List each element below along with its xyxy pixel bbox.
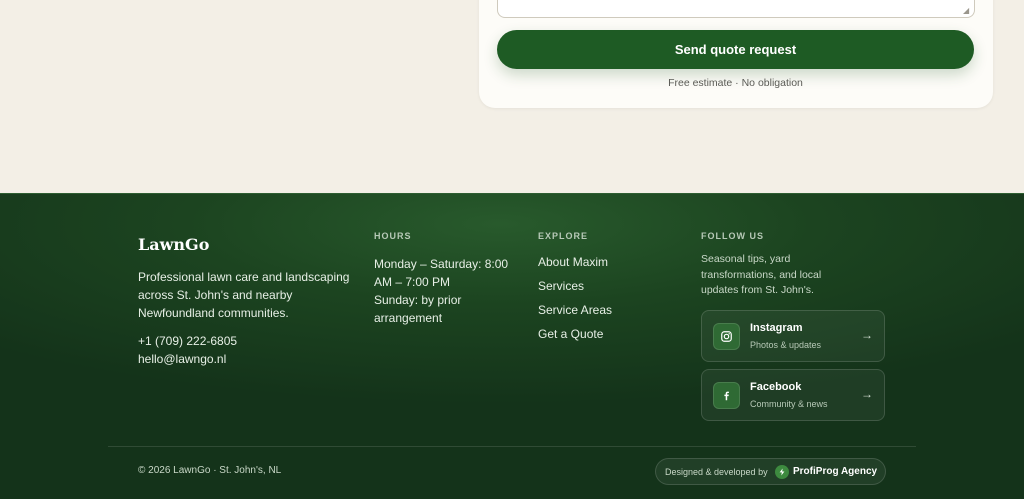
copyright-text: © 2026 LawnGo · St. John's, NL xyxy=(138,465,282,476)
explore-item: About Maxim xyxy=(538,253,612,277)
arrow-right-icon: → xyxy=(861,328,873,342)
footer-divider xyxy=(108,446,916,447)
footer-about-text: Professional lawn care and landscaping a… xyxy=(138,270,350,320)
hours-text: Monday – Saturday: 8:00 AM – 7:00 PM Sun… xyxy=(374,255,514,327)
explore-nav: About Maxim Services Service Areas Get a… xyxy=(538,253,612,349)
credit-prefix: Designed & developed by xyxy=(665,467,768,477)
agency-name: ProfiProg Agency xyxy=(793,466,878,477)
facebook-icon xyxy=(713,382,740,409)
hours-heading: HOURS xyxy=(374,231,412,241)
footer-brand-logo[interactable]: LawnGo xyxy=(138,235,209,254)
message-textarea[interactable]: ◢ xyxy=(497,0,975,18)
hours-weekdays: Monday – Saturday: 8:00 AM – 7:00 PM xyxy=(374,257,509,289)
nav-link-get-quote[interactable]: Get a Quote xyxy=(538,327,603,341)
instagram-title: Instagram xyxy=(750,322,803,334)
site-footer: LawnGo Professional lawn care and landsc… xyxy=(0,193,1024,499)
footer-email-link[interactable]: hello@lawngo.nl xyxy=(138,352,226,366)
instagram-subtitle: Photos & updates xyxy=(750,340,822,350)
quote-note: Free estimate · No obligation xyxy=(668,77,803,89)
resize-handle-icon[interactable]: ◢ xyxy=(963,7,971,15)
send-quote-button[interactable]: Send quote request xyxy=(497,30,974,69)
explore-item: Get a Quote xyxy=(538,325,612,349)
follow-heading: FOLLOW US xyxy=(701,231,764,241)
follow-description: Seasonal tips, yard transformations, and… xyxy=(701,253,822,296)
instagram-icon xyxy=(713,323,740,350)
nav-link-about[interactable]: About Maxim xyxy=(538,255,608,269)
explore-item: Services xyxy=(538,277,612,301)
facebook-title: Facebook xyxy=(750,381,802,393)
hours-sunday: Sunday: by prior arrangement xyxy=(374,293,462,325)
facebook-subtitle: Community & news xyxy=(750,399,828,409)
instagram-link-card[interactable]: Instagram Photos & updates → xyxy=(701,310,885,362)
nav-link-service-areas[interactable]: Service Areas xyxy=(538,303,612,317)
page-top-section: ◢ Send quote request Free estimate · No … xyxy=(0,0,1024,193)
explore-item: Service Areas xyxy=(538,301,612,325)
quote-form-card: ◢ Send quote request Free estimate · No … xyxy=(479,0,993,108)
arrow-right-icon: → xyxy=(861,387,873,401)
footer-phone-link[interactable]: +1 (709) 222-6805 xyxy=(138,334,237,348)
agency-logo-icon xyxy=(775,465,789,479)
nav-link-services[interactable]: Services xyxy=(538,279,584,293)
explore-heading: EXPLORE xyxy=(538,231,589,241)
facebook-link-card[interactable]: Facebook Community & news → xyxy=(701,369,885,421)
agency-credit-badge[interactable]: Designed & developed by ProfiProg Agency xyxy=(655,458,886,485)
